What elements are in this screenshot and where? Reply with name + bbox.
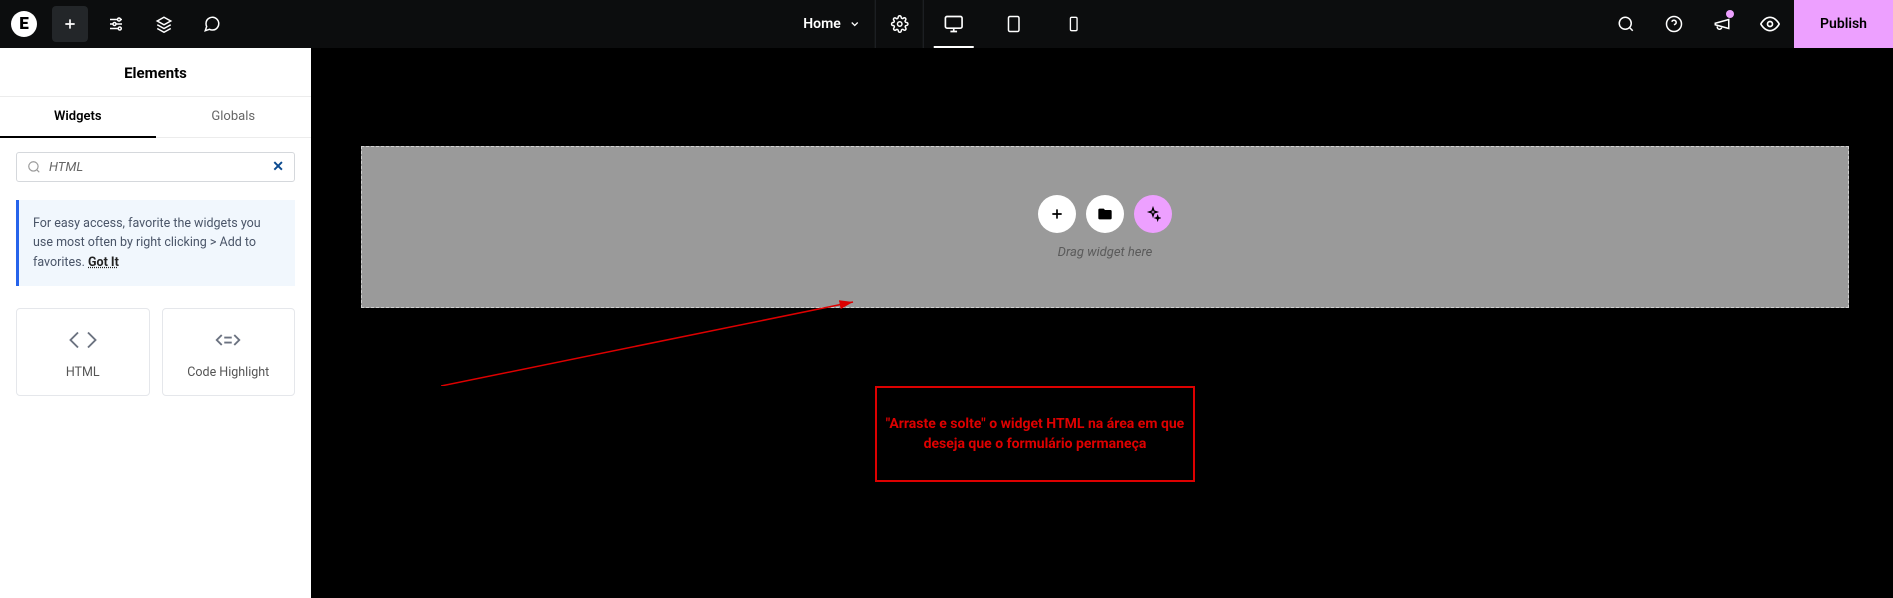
- gear-icon: [890, 15, 908, 33]
- chat-icon: [203, 15, 221, 33]
- elementor-logo-button[interactable]: E: [0, 0, 48, 48]
- search-row: ✕: [0, 138, 311, 192]
- dropzone[interactable]: Drag widget here: [361, 146, 1849, 308]
- tip-gotit-button[interactable]: Got It: [88, 255, 119, 270]
- clear-search-button[interactable]: ✕: [272, 159, 284, 175]
- tablet-view-button[interactable]: [984, 0, 1044, 48]
- help-button[interactable]: [1650, 0, 1698, 48]
- notification-badge: [1726, 10, 1734, 18]
- chevron-down-icon: [849, 18, 861, 30]
- add-element-button[interactable]: [52, 6, 88, 42]
- tablet-icon: [1005, 15, 1023, 33]
- page-name-dropdown[interactable]: Home: [789, 0, 875, 48]
- ai-button[interactable]: [1134, 195, 1172, 233]
- topbar-right: Publish: [1602, 0, 1893, 48]
- topbar-left: E: [0, 0, 236, 48]
- search-widget-input[interactable]: [49, 160, 264, 175]
- plus-icon: [1049, 206, 1065, 222]
- panel-tabs: Widgets Globals: [0, 97, 311, 138]
- tab-globals[interactable]: Globals: [156, 97, 312, 138]
- finder-button[interactable]: [1602, 0, 1650, 48]
- topbar-center: Home: [789, 0, 1104, 48]
- widget-html[interactable]: HTML: [16, 308, 150, 396]
- publish-button[interactable]: Publish: [1794, 0, 1893, 48]
- dropzone-actions: [1038, 195, 1172, 233]
- desktop-view-button[interactable]: [924, 0, 984, 48]
- dropzone-hint: Drag widget here: [1058, 245, 1153, 260]
- page-name-label: Home: [803, 16, 841, 32]
- code-highlight-icon: [213, 325, 243, 355]
- panel-title: Elements: [0, 48, 311, 97]
- whats-new-button[interactable]: [1698, 0, 1746, 48]
- widget-label: Code Highlight: [187, 365, 269, 380]
- elements-panel: Elements Widgets Globals ✕ For easy acce…: [0, 48, 311, 598]
- page-settings-button[interactable]: [875, 0, 923, 48]
- annotation-box: "Arraste e solte" o widget HTML na área …: [875, 386, 1195, 482]
- mobile-view-button[interactable]: [1044, 0, 1104, 48]
- publish-label: Publish: [1820, 16, 1867, 32]
- topbar: E Home: [0, 0, 1893, 48]
- comments-button[interactable]: [188, 0, 236, 48]
- layers-icon: [155, 15, 173, 33]
- elementor-logo-icon: E: [11, 11, 37, 37]
- tab-widgets[interactable]: Widgets: [0, 97, 156, 138]
- search-icon: [1617, 15, 1635, 33]
- site-settings-button[interactable]: [92, 0, 140, 48]
- template-library-button[interactable]: [1086, 195, 1124, 233]
- widget-code-highlight[interactable]: Code Highlight: [162, 308, 296, 396]
- add-section-button[interactable]: [1038, 195, 1076, 233]
- search-widget-box: ✕: [16, 152, 295, 182]
- plus-icon: [62, 16, 78, 32]
- code-icon: [68, 325, 98, 355]
- editor-canvas: Drag widget here "Arraste e solte" o wid…: [311, 48, 1893, 598]
- search-icon: [27, 160, 41, 174]
- preview-button[interactable]: [1746, 0, 1794, 48]
- desktop-icon: [944, 14, 964, 34]
- eye-icon: [1760, 14, 1780, 34]
- tip-text: For easy access, favorite the widgets yo…: [33, 216, 261, 270]
- sliders-icon: [107, 15, 125, 33]
- favorites-tip: For easy access, favorite the widgets yo…: [16, 200, 295, 286]
- widgets-grid: HTML Code Highlight: [0, 294, 311, 410]
- mobile-icon: [1066, 16, 1082, 32]
- responsive-views: [923, 0, 1104, 48]
- help-icon: [1665, 15, 1683, 33]
- sparkle-icon: [1145, 206, 1161, 222]
- widget-label: HTML: [66, 365, 100, 380]
- structure-button[interactable]: [140, 0, 188, 48]
- annotation-text: "Arraste e solte" o widget HTML na área …: [885, 414, 1185, 455]
- folder-icon: [1097, 206, 1113, 222]
